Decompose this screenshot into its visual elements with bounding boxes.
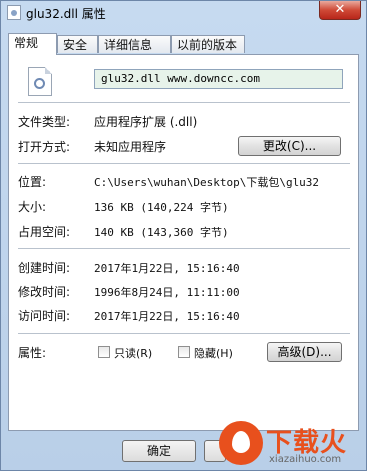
flame-logo-icon [219, 421, 263, 465]
watermark: 下载火 xiazaihuo.com [217, 418, 365, 469]
created-value: 2017年1月22日, 15:16:40 [94, 262, 240, 275]
file-icon [7, 5, 21, 20]
location-label: 位置: [18, 175, 47, 189]
modified-value: 1996年8月24日, 11:11:00 [94, 286, 240, 299]
close-button[interactable]: ✕ [319, 1, 361, 20]
tab-general[interactable]: 常规 [8, 33, 57, 55]
accessed-value: 2017年1月22日, 15:16:40 [94, 310, 240, 323]
close-icon: ✕ [334, 2, 346, 17]
dll-file-icon [28, 67, 52, 96]
tab-previous-versions[interactable]: 以前的版本 [171, 35, 245, 53]
file-name-input[interactable]: glu32.dll www.downcc.com [94, 69, 343, 89]
readonly-checkbox[interactable] [98, 346, 110, 358]
watermark-domain: xiazaihuo.com [269, 454, 342, 465]
file-type-value: 应用程序扩展 (.dll) [94, 115, 198, 129]
disk-size-value: 140 KB (143,360 字节) [94, 226, 229, 239]
divider [18, 248, 350, 249]
general-panel: glu32.dll www.downcc.com 文件类型: 应用程序扩展 (.… [8, 54, 359, 431]
hidden-checkbox[interactable] [178, 346, 190, 358]
readonly-label: 只读(R) [114, 347, 153, 360]
tab-details[interactable]: 详细信息 [98, 35, 171, 53]
window-title: glu32.dll 属性 [26, 7, 106, 21]
hidden-label: 隐藏(H) [194, 347, 233, 360]
size-label: 大小: [18, 200, 47, 214]
opens-with-label: 打开方式: [18, 140, 71, 154]
location-value: C:\Users\wuhan\Desktop\下载包\glu32 [94, 176, 320, 189]
file-type-label: 文件类型: [18, 115, 71, 129]
title-bar[interactable]: glu32.dll 属性 ✕ [1, 1, 366, 25]
size-value: 136 KB (140,224 字节) [94, 201, 229, 214]
divider [18, 163, 350, 164]
modified-label: 修改时间: [18, 285, 71, 299]
properties-window: glu32.dll 属性 ✕ 常规 安全 详细信息 以前的版本 glu32.dl… [0, 0, 367, 471]
change-button[interactable]: 更改(C)... [238, 136, 341, 156]
ok-button[interactable]: 确定 [122, 440, 196, 462]
created-label: 创建时间: [18, 261, 71, 275]
divider [18, 333, 350, 334]
accessed-label: 访问时间: [18, 309, 71, 323]
gear-icon [34, 78, 45, 89]
divider [18, 102, 350, 103]
attributes-label: 属性: [18, 346, 47, 360]
tab-security[interactable]: 安全 [57, 35, 98, 53]
disk-size-label: 占用空间: [18, 225, 71, 239]
opens-with-value: 未知应用程序 [94, 140, 167, 154]
advanced-button[interactable]: 高级(D)... [267, 342, 342, 362]
